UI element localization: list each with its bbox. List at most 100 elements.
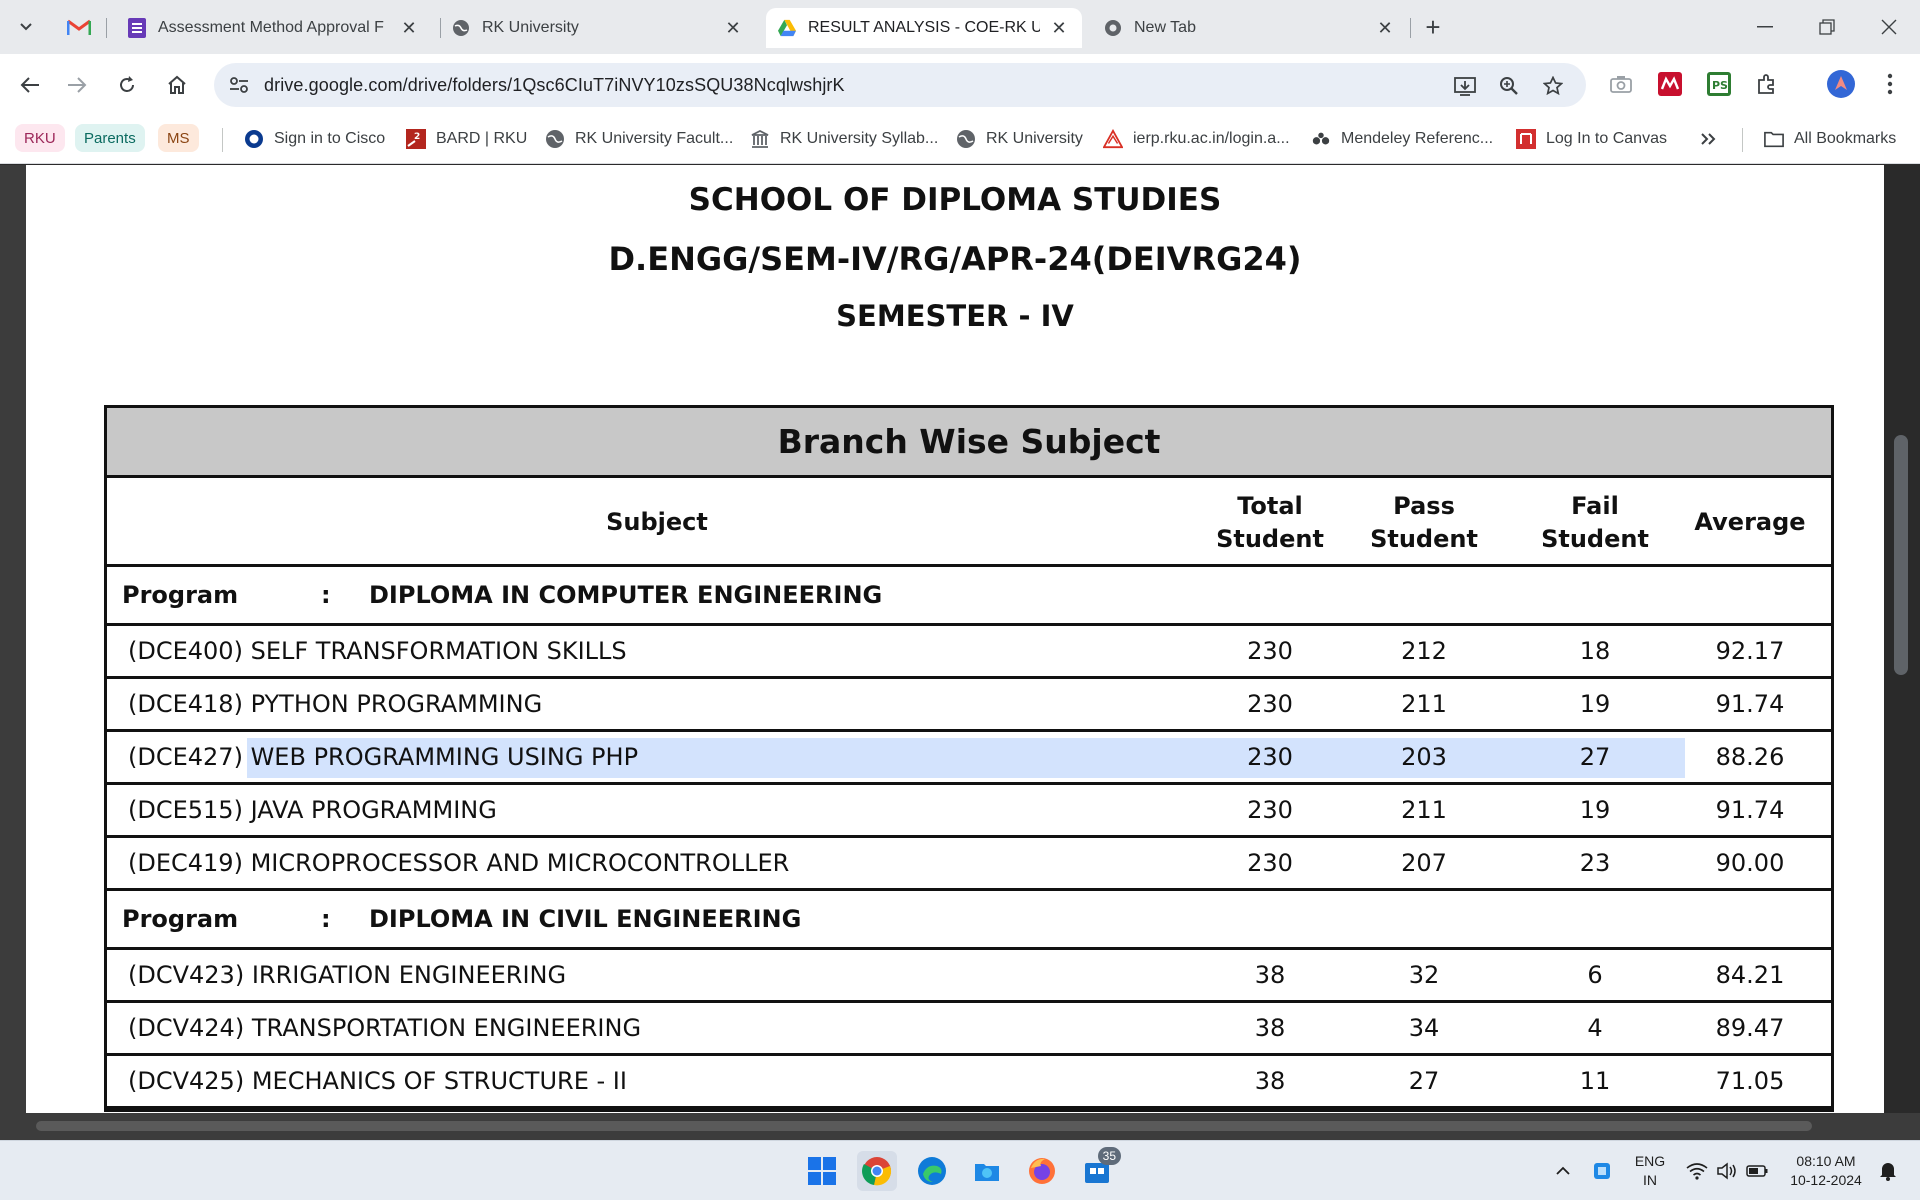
globe-icon bbox=[545, 129, 565, 149]
subject-code: (DCE418) bbox=[128, 690, 243, 718]
bookmark-chip-rku[interactable]: RKU bbox=[15, 124, 65, 152]
subject-name: (DCE427) WEB PROGRAMMING USING PHP bbox=[128, 732, 639, 782]
average-cell: 88.26 bbox=[1715, 743, 1785, 771]
ps-extension-icon[interactable]: PS bbox=[1705, 70, 1733, 98]
tab-assessment[interactable]: Assessment Method Approval F ✕ bbox=[116, 8, 432, 48]
bookmark-rku-faculty[interactable]: RK University Facult... bbox=[545, 126, 733, 152]
bookmark-chip-ms[interactable]: MS bbox=[158, 124, 199, 152]
header-line: Student bbox=[1370, 524, 1478, 553]
reload-icon[interactable] bbox=[110, 68, 144, 102]
result-document: SCHOOL OF DIPLOMA STUDIES D.ENGG/SEM-IV/… bbox=[26, 165, 1884, 1113]
more-bookmarks-chevron-icon[interactable] bbox=[1700, 126, 1716, 152]
firefox-taskbar-icon[interactable] bbox=[1022, 1151, 1062, 1191]
restore-icon[interactable] bbox=[1807, 10, 1847, 44]
store-taskbar-icon[interactable]: 35 bbox=[1077, 1147, 1121, 1191]
minimize-icon[interactable] bbox=[1745, 10, 1785, 44]
close-icon[interactable]: ✕ bbox=[1374, 17, 1396, 39]
vertical-scrollbar[interactable] bbox=[1894, 435, 1912, 835]
profile-avatar-icon[interactable] bbox=[1827, 70, 1855, 98]
url-text[interactable]: drive.google.com/drive/folders/1Qsc6CIuT… bbox=[264, 75, 845, 96]
home-icon[interactable] bbox=[160, 68, 194, 102]
horizontal-scrollbar[interactable] bbox=[36, 1121, 1812, 1131]
program-name: DIPLOMA IN COMPUTER ENGINEERING bbox=[369, 581, 883, 609]
battery-icon[interactable] bbox=[1737, 1151, 1777, 1191]
program-name: DIPLOMA IN CIVIL ENGINEERING bbox=[369, 905, 802, 933]
file-explorer-taskbar-icon[interactable] bbox=[967, 1151, 1007, 1191]
pass-student-cell: 211 bbox=[1401, 690, 1447, 718]
bookmark-cisco[interactable]: Sign in to Cisco bbox=[244, 126, 385, 152]
bookmark-rku-syllabus[interactable]: RK University Syllab... bbox=[750, 126, 938, 152]
bookmark-rk-university[interactable]: RK University bbox=[956, 126, 1083, 152]
close-icon[interactable]: ✕ bbox=[1048, 17, 1070, 39]
camera-extension-icon[interactable] bbox=[1607, 70, 1635, 98]
subject-row: (DCE418) PYTHON PROGRAMMING 230 211 19 9… bbox=[107, 679, 1831, 732]
mendeley-extension-icon[interactable] bbox=[1656, 70, 1684, 98]
tray-app-icon[interactable] bbox=[1582, 1151, 1622, 1191]
language-indicator[interactable]: ENG IN bbox=[1628, 1152, 1672, 1190]
subject-title: MICROPROCESSOR AND MICROCONTROLLER bbox=[250, 849, 790, 877]
bookmark-label: Log In to Canvas bbox=[1546, 130, 1667, 147]
tab-search-chevron-icon[interactable] bbox=[10, 10, 42, 42]
tab-new-tab[interactable]: New Tab ✕ bbox=[1092, 8, 1408, 48]
site-settings-icon[interactable] bbox=[228, 74, 250, 96]
program-row: Program : DIPLOMA IN COMPUTER ENGINEERIN… bbox=[107, 567, 1831, 626]
gmail-pinned-tab-icon[interactable] bbox=[66, 14, 92, 40]
subject-row: (DCE400) SELF TRANSFORMATION SKILLS 230 … bbox=[107, 626, 1831, 679]
bookmark-mendeley[interactable]: Mendeley Referenc... bbox=[1311, 126, 1493, 152]
notification-bell-icon[interactable] bbox=[1868, 1151, 1908, 1191]
google-drive-icon bbox=[778, 19, 796, 37]
extensions-puzzle-icon[interactable] bbox=[1753, 70, 1781, 98]
forward-arrow-icon[interactable] bbox=[60, 68, 94, 102]
total-student-cell: 230 bbox=[1247, 796, 1293, 824]
clock-time: 08:10 AM bbox=[1796, 1153, 1856, 1169]
globe-icon bbox=[956, 129, 976, 149]
windows-start-icon[interactable] bbox=[802, 1151, 842, 1191]
close-icon[interactable]: ✕ bbox=[398, 17, 420, 39]
subject-name: (DEC419) MICROPROCESSOR AND MICROCONTROL… bbox=[128, 838, 789, 888]
tab-title: RESULT ANALYSIS - COE-RK Uni bbox=[808, 19, 1040, 36]
tab-result-analysis[interactable]: RESULT ANALYSIS - COE-RK Uni ✕ bbox=[766, 8, 1082, 48]
total-student-cell: 230 bbox=[1247, 743, 1293, 771]
bookmark-label: Mendeley Referenc... bbox=[1341, 130, 1494, 147]
browser-menu-icon[interactable] bbox=[1876, 70, 1904, 98]
tab-rk-university[interactable]: RK University ✕ bbox=[440, 8, 756, 48]
tray-chevron-up-icon[interactable] bbox=[1543, 1151, 1583, 1191]
drive-file-preview: SCHOOL OF DIPLOMA STUDIES D.ENGG/SEM-IV/… bbox=[0, 165, 1920, 1140]
globe-icon bbox=[452, 19, 470, 37]
header-line: Student bbox=[1216, 524, 1324, 553]
mendeley-icon bbox=[1311, 129, 1331, 149]
subject-title: PYTHON PROGRAMMING bbox=[250, 690, 543, 718]
program-label: Program bbox=[122, 581, 239, 609]
subject-row: (DCV423) IRRIGATION ENGINEERING 38 32 6 … bbox=[107, 950, 1831, 1003]
new-tab-plus-icon[interactable]: + bbox=[1418, 12, 1448, 42]
zoom-icon[interactable] bbox=[1496, 73, 1522, 99]
install-app-icon[interactable] bbox=[1452, 73, 1478, 99]
bookmark-canvas[interactable]: Log In to Canvas bbox=[1516, 126, 1667, 152]
edge-taskbar-icon[interactable] bbox=[912, 1151, 952, 1191]
bookmark-ierp[interactable]: ierp.rku.ac.in/login.a... bbox=[1103, 126, 1290, 152]
total-student-cell: 38 bbox=[1254, 1067, 1286, 1095]
window-close-icon[interactable] bbox=[1869, 10, 1909, 44]
average-cell: 89.47 bbox=[1715, 1014, 1785, 1042]
close-icon[interactable]: ✕ bbox=[722, 17, 744, 39]
header-total-student: Total Student bbox=[1215, 478, 1325, 567]
back-arrow-icon[interactable] bbox=[13, 68, 47, 102]
address-bar[interactable]: drive.google.com/drive/folders/1Qsc6CIuT… bbox=[214, 63, 1586, 107]
header-line: Total bbox=[1237, 491, 1303, 520]
subject-name: (DCE418) PYTHON PROGRAMMING bbox=[128, 679, 542, 729]
bookmark-chip-parents[interactable]: Parents bbox=[75, 124, 145, 152]
fail-student-cell: 4 bbox=[1587, 1014, 1603, 1042]
bookmarks-bar: RKU Parents MS Sign in to Cisco 2 BARD |… bbox=[0, 116, 1920, 164]
fail-student-cell: 27 bbox=[1579, 743, 1611, 771]
svg-text:2: 2 bbox=[414, 132, 420, 142]
bookmark-bard[interactable]: 2 BARD | RKU bbox=[406, 126, 527, 152]
program-row: Program : DIPLOMA IN CIVIL ENGINEERING bbox=[107, 891, 1831, 950]
chrome-taskbar-icon[interactable] bbox=[857, 1151, 897, 1191]
fail-student-cell: 18 bbox=[1579, 637, 1611, 665]
bookmark-star-icon[interactable] bbox=[1540, 73, 1566, 99]
forms-icon bbox=[128, 18, 146, 38]
subject-title: TRANSPORTATION ENGINEERING bbox=[251, 1014, 642, 1042]
clock[interactable]: 08:10 AM 10-12-2024 bbox=[1776, 1152, 1876, 1190]
all-bookmarks[interactable]: All Bookmarks bbox=[1764, 126, 1896, 152]
scrollbar-thumb[interactable] bbox=[1894, 435, 1908, 675]
